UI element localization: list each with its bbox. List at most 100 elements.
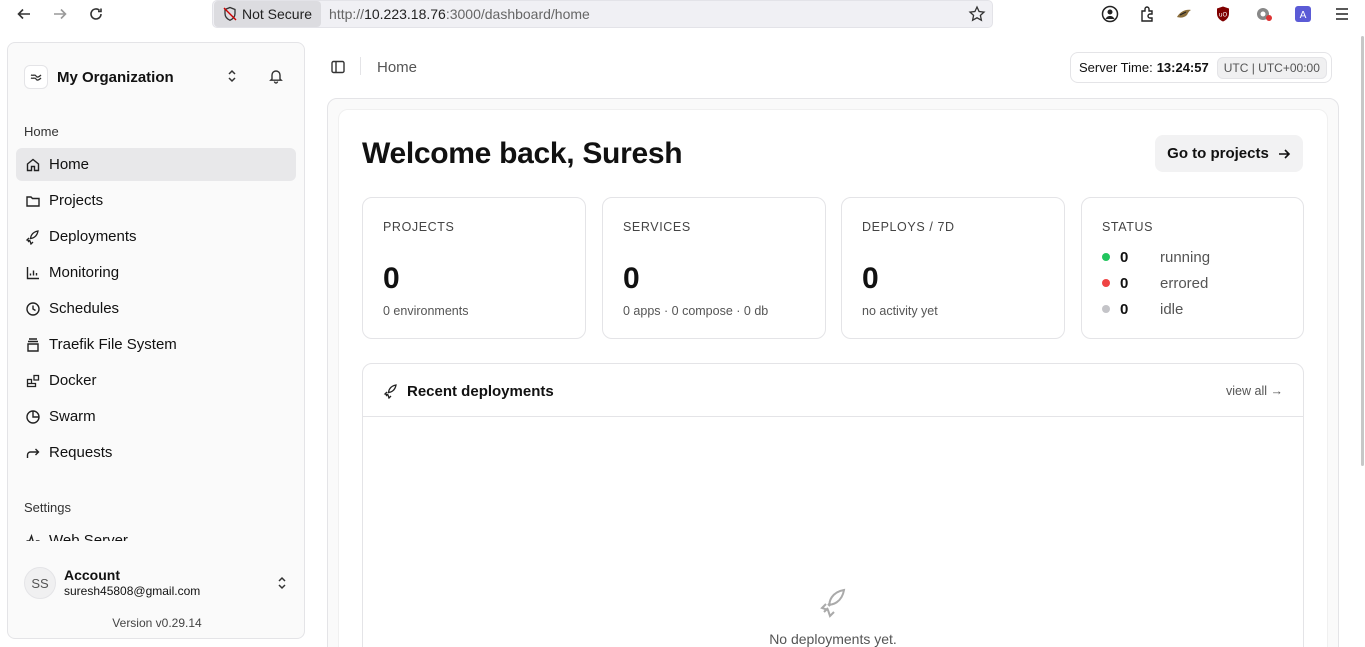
sidebar-nav: Home Home Projects Deployments Monitorin… xyxy=(8,123,304,541)
page-title: Welcome back, Suresh xyxy=(362,137,683,170)
version-label: Version v0.29.14 xyxy=(112,616,202,630)
account-menu[interactable]: SS Account suresh45808@gmail.com xyxy=(24,562,290,604)
not-secure-label: Not Secure xyxy=(242,6,313,22)
sidebar-item-web-server[interactable]: Web Server xyxy=(16,524,296,541)
sidebar-item-monitoring[interactable]: Monitoring xyxy=(16,256,296,289)
activity-icon xyxy=(25,533,41,541)
empty-state-text: No deployments yet. xyxy=(769,631,897,647)
clock-icon xyxy=(25,301,41,317)
status-row-errored: 0 errored xyxy=(1102,273,1208,293)
stat-value: 0 xyxy=(862,262,879,295)
blocks-icon xyxy=(25,373,41,389)
svg-text:uO: uO xyxy=(1219,12,1228,19)
file-stack-icon xyxy=(25,337,41,353)
sidebar-item-label: Monitoring xyxy=(49,264,120,281)
timezone-badge: UTC | UTC+00:00 xyxy=(1216,56,1327,79)
stat-card-status: STATUS 0 running 0 errored 0 idle xyxy=(1081,197,1304,339)
sidebar-item-label: Swarm xyxy=(49,408,96,425)
stat-subtext: 0 apps · 0 compose · 0 db xyxy=(623,304,769,318)
section-label-settings: Settings xyxy=(24,500,71,515)
bookmark-star-icon[interactable] xyxy=(968,5,986,28)
extension-bird-icon[interactable] xyxy=(1174,4,1194,24)
folder-icon xyxy=(25,193,41,209)
back-arrow-icon[interactable] xyxy=(13,3,35,25)
org-logo-icon xyxy=(24,65,48,89)
account-email: suresh45808@gmail.com xyxy=(64,584,201,598)
account-circle-icon[interactable] xyxy=(1100,4,1120,24)
shield-slash-icon xyxy=(223,6,237,22)
reload-icon[interactable] xyxy=(85,3,107,25)
status-row-running: 0 running xyxy=(1102,247,1210,267)
stat-label: STATUS xyxy=(1102,220,1154,234)
sidebar-item-docker[interactable]: Docker xyxy=(16,364,296,397)
home-icon xyxy=(25,157,41,173)
stat-label: SERVICES xyxy=(623,220,691,234)
org-switcher[interactable]: My Organization xyxy=(24,63,288,91)
sidebar-item-label: Projects xyxy=(49,192,104,209)
header-divider xyxy=(360,57,361,75)
puzzle-extension-icon[interactable] xyxy=(1137,4,1157,24)
status-count: 0 xyxy=(1120,274,1129,292)
rocket-icon xyxy=(25,229,41,245)
chevrons-up-down-icon[interactable] xyxy=(274,575,290,596)
view-all-link[interactable]: view all → xyxy=(1226,384,1283,398)
server-time-label: Server Time: xyxy=(1079,60,1153,75)
status-label: errored xyxy=(1160,274,1209,292)
stat-value: 0 xyxy=(623,262,640,295)
sidebar-item-label: Traefik File System xyxy=(49,336,177,353)
sidebar-item-traefik-file-system[interactable]: Traefik File System xyxy=(16,328,296,361)
address-bar[interactable]: Not Secure http://10.223.18.76:3000/dash… xyxy=(212,0,993,28)
org-name: My Organization xyxy=(57,68,174,86)
stat-card-deploys: DEPLOYS / 7D 0 no activity yet xyxy=(841,197,1065,339)
bell-icon[interactable] xyxy=(268,68,284,89)
status-row-idle: 0 idle xyxy=(1102,299,1183,319)
chevrons-up-down-icon[interactable] xyxy=(224,68,240,89)
go-to-projects-button[interactable]: Go to projects xyxy=(1155,135,1303,172)
status-dot-idle xyxy=(1102,305,1110,313)
translate-icon[interactable]: A xyxy=(1293,4,1313,24)
rocket-icon xyxy=(383,383,399,404)
arrow-right-icon xyxy=(1278,148,1290,159)
server-time-value: 13:24:57 xyxy=(1156,60,1209,75)
recent-deployments-title: Recent deployments xyxy=(407,383,554,400)
sidebar-item-deployments[interactable]: Deployments xyxy=(16,220,296,253)
go-to-projects-label: Go to projects xyxy=(1167,145,1269,162)
sidebar-item-projects[interactable]: Projects xyxy=(16,184,296,217)
status-dot-running xyxy=(1102,253,1110,261)
stat-label: DEPLOYS / 7D xyxy=(862,220,955,234)
sidebar-item-requests[interactable]: Requests xyxy=(16,436,296,469)
status-dot-errored xyxy=(1102,279,1110,287)
forward-arrow-icon[interactable] xyxy=(49,3,71,25)
sidebar-item-label: Deployments xyxy=(49,228,137,245)
sidebar-item-label: Requests xyxy=(49,444,113,461)
stat-subtext: 0 environments xyxy=(383,304,469,318)
breadcrumb[interactable]: Home xyxy=(377,59,417,76)
sidebar: My Organization Home Home Projects Deplo… xyxy=(7,42,305,639)
sidebar-item-swarm[interactable]: Swarm xyxy=(16,400,296,433)
sidebar-item-home[interactable]: Home xyxy=(16,148,296,181)
not-secure-badge[interactable]: Not Secure xyxy=(214,1,322,27)
page-scrollbar[interactable] xyxy=(1361,36,1364,466)
rocket-icon xyxy=(818,586,850,623)
stat-card-projects: PROJECTS 0 0 environments xyxy=(362,197,586,339)
sidebar-toggle-icon[interactable] xyxy=(330,59,346,80)
recent-deployments-header: Recent deployments view all → xyxy=(363,364,1303,417)
sidebar-item-label: Schedules xyxy=(49,300,120,317)
status-label: idle xyxy=(1160,300,1184,318)
chart-icon xyxy=(25,265,41,281)
section-label-home: Home xyxy=(24,124,59,139)
sidebar-item-label: Docker xyxy=(49,372,97,389)
status-label: running xyxy=(1160,248,1211,266)
stat-label: PROJECTS xyxy=(383,220,455,234)
ublock-shield-icon[interactable]: uO xyxy=(1213,4,1233,24)
account-name: Account xyxy=(64,567,120,583)
recent-deployments-panel: Recent deployments view all → No deploym… xyxy=(362,363,1304,647)
pie-icon xyxy=(25,409,41,425)
extension-gear-icon[interactable] xyxy=(1254,4,1274,24)
server-time: Server Time: 13:24:57 UTC | UTC+00:00 xyxy=(1070,52,1332,83)
forward-icon xyxy=(25,445,41,461)
url-text: http://10.223.18.76:3000/dashboard/home xyxy=(329,6,590,22)
sidebar-item-schedules[interactable]: Schedules xyxy=(16,292,296,325)
status-count: 0 xyxy=(1120,248,1129,266)
hamburger-menu-icon[interactable] xyxy=(1332,4,1352,24)
